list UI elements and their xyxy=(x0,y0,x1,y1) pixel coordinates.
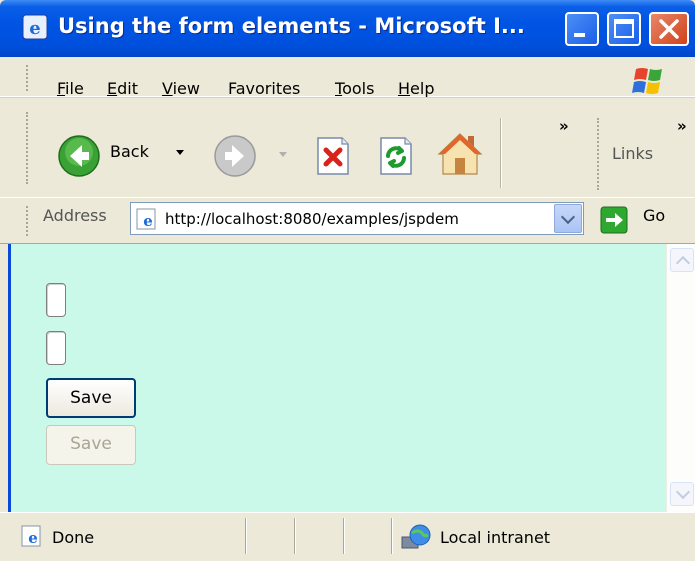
forward-arrow-icon[interactable] xyxy=(213,134,257,178)
close-button[interactable] xyxy=(649,12,689,46)
ie-page-icon: e xyxy=(21,525,41,547)
address-grip[interactable] xyxy=(26,206,29,236)
back-button-label[interactable]: Back xyxy=(110,142,149,161)
window-title: Using the form elements - Microsoft I... xyxy=(58,14,525,38)
windows-logo-icon xyxy=(632,68,662,94)
svg-text:e: e xyxy=(28,529,38,547)
scroll-down-button[interactable] xyxy=(670,482,694,506)
home-icon[interactable] xyxy=(435,130,485,178)
status-text: Done xyxy=(52,528,95,547)
svg-text:e: e xyxy=(143,212,153,230)
close-icon xyxy=(659,19,679,39)
menu-edit[interactable]: Edit xyxy=(107,79,138,98)
menu-help[interactable]: Help xyxy=(398,79,434,98)
toolbar-overflow-chevron[interactable]: » xyxy=(559,117,569,135)
save-button-disabled: Save xyxy=(46,425,136,465)
menu-view-mnemonic: V xyxy=(162,79,173,98)
forward-history-dropdown[interactable] xyxy=(279,152,287,157)
links-label[interactable]: Links xyxy=(612,144,653,163)
status-separator xyxy=(245,518,247,554)
menu-tools[interactable]: Tools xyxy=(335,79,374,98)
intranet-globe-icon xyxy=(401,524,431,549)
save-button[interactable]: Save xyxy=(46,378,136,418)
status-separator xyxy=(294,518,296,554)
text-input-2[interactable] xyxy=(46,331,66,365)
menu-help-label: elp xyxy=(410,79,435,98)
maximize-icon xyxy=(614,19,634,38)
menu-file-label: ile xyxy=(65,79,84,98)
address-label: Address xyxy=(43,206,107,225)
menu-grip[interactable] xyxy=(26,65,29,91)
links-overflow-chevron[interactable]: » xyxy=(677,117,687,135)
menu-favorites-label: Favorites xyxy=(228,79,301,98)
stop-icon[interactable] xyxy=(314,136,352,176)
address-dropdown-button[interactable] xyxy=(554,204,582,233)
ie-page-icon: e xyxy=(136,208,156,230)
menu-edit-label: dit xyxy=(117,79,138,98)
menu-tools-label: ools xyxy=(342,79,375,98)
status-separator xyxy=(343,518,345,554)
menu-view[interactable]: View xyxy=(162,79,200,98)
status-bar xyxy=(0,512,695,561)
menu-tools-mnemonic: T xyxy=(335,79,343,98)
address-input[interactable] xyxy=(165,206,549,231)
links-grip[interactable] xyxy=(597,118,600,190)
menu-help-mnemonic: H xyxy=(398,79,411,98)
title-bar[interactable]: e Using the form elements - Microsoft I.… xyxy=(0,0,695,57)
menu-view-label: iew xyxy=(172,79,200,98)
svg-text:e: e xyxy=(29,18,40,39)
text-input-1[interactable] xyxy=(46,283,66,317)
minimize-icon xyxy=(574,33,585,37)
toolbar-grip[interactable] xyxy=(26,112,29,184)
back-history-dropdown[interactable] xyxy=(176,150,184,155)
status-separator xyxy=(391,518,393,554)
scroll-up-button[interactable] xyxy=(670,248,694,272)
back-arrow-icon[interactable] xyxy=(57,134,101,178)
ie-icon: e xyxy=(22,14,48,40)
browser-window: e Using the form elements - Microsoft I.… xyxy=(0,0,695,561)
menu-file-mnemonic: F xyxy=(57,79,66,98)
minimize-button[interactable] xyxy=(565,12,599,46)
toolbar-separator xyxy=(500,118,502,188)
address-field[interactable]: e xyxy=(130,202,584,235)
go-button-label[interactable]: Go xyxy=(643,206,665,225)
maximize-button[interactable] xyxy=(607,12,641,46)
menu-edit-mnemonic: E xyxy=(107,79,118,98)
zone-label: Local intranet xyxy=(440,528,551,547)
menu-favorites[interactable]: Favorites xyxy=(228,79,300,98)
refresh-icon[interactable] xyxy=(377,136,415,176)
go-arrow-icon[interactable] xyxy=(600,206,628,234)
menu-file[interactable]: File xyxy=(57,79,84,98)
vertical-scrollbar[interactable] xyxy=(666,244,695,512)
